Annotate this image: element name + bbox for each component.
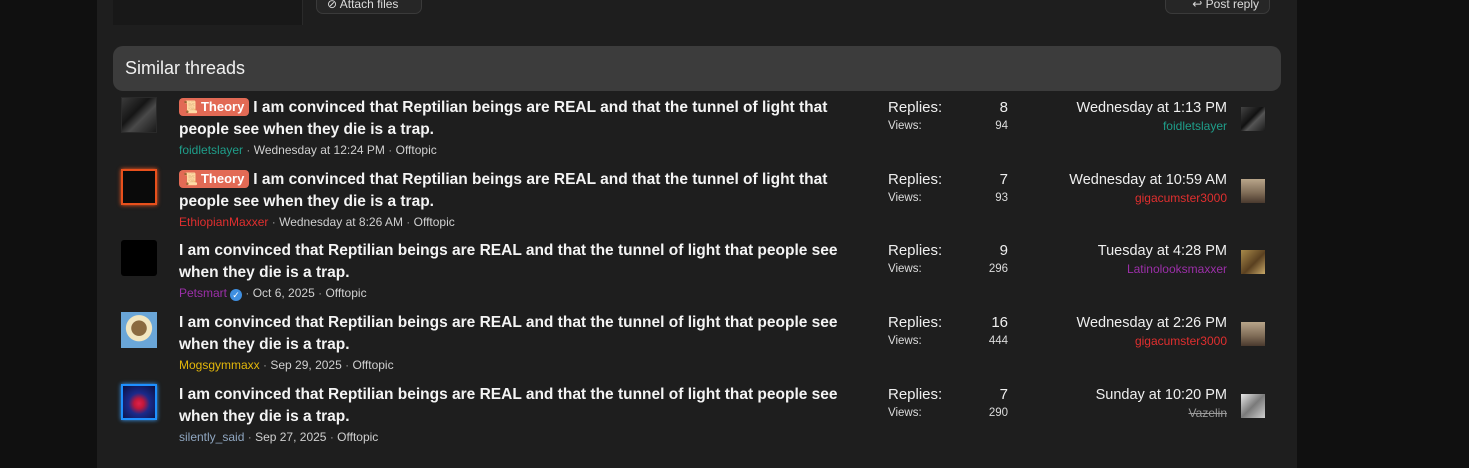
start-date[interactable]: Wednesday at 12:24 PM bbox=[254, 143, 385, 157]
avatar[interactable] bbox=[121, 97, 157, 133]
start-date[interactable]: Wednesday at 8:26 AM bbox=[279, 215, 403, 229]
last-post: Wednesday at 1:13 PM foidletslayer bbox=[1023, 99, 1227, 135]
post-reply-button[interactable]: ↩ Post reply bbox=[1165, 0, 1270, 14]
last-post-date[interactable]: Wednesday at 2:26 PM bbox=[1023, 314, 1227, 332]
start-date[interactable]: Sep 27, 2025 bbox=[255, 430, 326, 444]
views-count: 94 bbox=[995, 120, 1008, 132]
thread-meta: silently_said · Sep 27, 2025 · Offtopic bbox=[179, 430, 379, 444]
author-link[interactable]: Mogsgymmaxx bbox=[179, 358, 260, 372]
thread-row: 📜 Theory I am convinced that Reptilian bei… bbox=[113, 169, 1281, 241]
start-date[interactable]: Oct 6, 2025 bbox=[253, 286, 315, 300]
last-post: Sunday at 10:20 PM Vazelin bbox=[1023, 386, 1227, 422]
replies-count: 7 bbox=[999, 171, 1008, 188]
forum-link[interactable]: Offtopic bbox=[414, 215, 455, 229]
last-post-date[interactable]: Tuesday at 4:28 PM bbox=[1023, 242, 1227, 260]
prefix-badge[interactable]: 📜 Theory bbox=[179, 170, 250, 188]
replies-count: 16 bbox=[991, 314, 1008, 331]
forum-link[interactable]: Offtopic bbox=[325, 286, 366, 300]
attach-files-button[interactable]: ⊘ Attach files bbox=[316, 0, 422, 14]
forum-link[interactable]: Offtopic bbox=[396, 143, 437, 157]
last-post-date[interactable]: Wednesday at 1:13 PM bbox=[1023, 99, 1227, 117]
replies-count: 9 bbox=[999, 242, 1008, 259]
last-poster-avatar[interactable] bbox=[1241, 250, 1265, 274]
paperclip-icon: ⊘ bbox=[327, 0, 338, 11]
last-poster-avatar[interactable] bbox=[1241, 107, 1265, 131]
last-post: Tuesday at 4:28 PM Latinolooksmaxxer bbox=[1023, 242, 1227, 278]
thread-meta: foidletslayer · Wednesday at 12:24 PM · … bbox=[179, 143, 437, 157]
thread-title[interactable]: I am convinced that Reptilian beings are… bbox=[179, 384, 869, 428]
views-count: 296 bbox=[988, 263, 1008, 275]
thread-title[interactable]: I am convinced that Reptilian beings are… bbox=[179, 312, 869, 356]
last-post-date[interactable]: Sunday at 10:20 PM bbox=[1023, 386, 1227, 404]
verified-badge-icon: ✓ bbox=[230, 289, 243, 301]
last-poster-link[interactable]: Latinolooksmaxxer bbox=[1023, 260, 1227, 278]
thread-stats: Replies: 7 Views: 290 bbox=[888, 386, 1008, 422]
replies-label: Replies: bbox=[888, 171, 943, 188]
last-poster-link[interactable]: gigacumster3000 bbox=[1023, 332, 1227, 350]
thread-row: 📜 Theory I am convinced that Reptilian bei… bbox=[113, 97, 1281, 169]
start-date[interactable]: Sep 29, 2025 bbox=[270, 358, 341, 372]
forum-link[interactable]: Offtopic bbox=[337, 430, 378, 444]
last-poster-avatar[interactable] bbox=[1241, 179, 1265, 203]
views-label: Views: bbox=[888, 263, 922, 275]
author-link[interactable]: Petsmart bbox=[179, 286, 227, 300]
thread-meta: Mogsgymmaxx · Sep 29, 2025 · Offtopic bbox=[179, 358, 394, 372]
views-label: Views: bbox=[888, 407, 922, 419]
last-poster-link[interactable]: gigacumster3000 bbox=[1023, 189, 1227, 207]
views-label: Views: bbox=[888, 192, 922, 204]
views-label: Views: bbox=[888, 120, 922, 132]
thread-row: I am convinced that Reptilian beings are… bbox=[113, 312, 1281, 384]
thread-stats: Replies: 7 Views: 93 bbox=[888, 171, 1008, 207]
replies-label: Replies: bbox=[888, 314, 943, 331]
last-post: Wednesday at 10:59 AM gigacumster3000 bbox=[1023, 171, 1227, 207]
thread-stats: Replies: 9 Views: 296 bbox=[888, 242, 1008, 278]
views-count: 290 bbox=[988, 407, 1008, 419]
thread-title[interactable]: I am convinced that Reptilian beings are… bbox=[179, 240, 869, 284]
replies-count: 7 bbox=[999, 386, 1008, 403]
author-link[interactable]: silently_said bbox=[179, 430, 244, 444]
replies-label: Replies: bbox=[888, 242, 943, 259]
scroll-icon: 📜 bbox=[183, 172, 198, 186]
author-link[interactable]: foidletslayer bbox=[179, 143, 243, 157]
replies-label: Replies: bbox=[888, 99, 943, 116]
prefix-badge[interactable]: 📜 Theory bbox=[179, 98, 250, 116]
similar-threads-header: Similar threads bbox=[113, 46, 1281, 91]
avatar[interactable] bbox=[121, 240, 157, 276]
thread-row: I am convinced that Reptilian beings are… bbox=[113, 384, 1281, 456]
thread-stats: Replies: 16 Views: 444 bbox=[888, 314, 1008, 350]
replies-count: 8 bbox=[999, 99, 1008, 116]
avatar[interactable] bbox=[121, 312, 157, 348]
sidebar-stub bbox=[113, 0, 303, 25]
last-post-date[interactable]: Wednesday at 10:59 AM bbox=[1023, 171, 1227, 189]
last-poster-link[interactable]: foidletslayer bbox=[1023, 117, 1227, 135]
reply-icon: ↩ bbox=[1192, 0, 1203, 11]
author-link[interactable]: EthiopianMaxxer bbox=[179, 215, 268, 229]
last-post: Wednesday at 2:26 PM gigacumster3000 bbox=[1023, 314, 1227, 350]
scroll-icon: 📜 bbox=[183, 100, 198, 114]
last-poster-avatar[interactable] bbox=[1241, 394, 1265, 418]
thread-stats: Replies: 8 Views: 94 bbox=[888, 99, 1008, 135]
thread-row: I am convinced that Reptilian beings are… bbox=[113, 240, 1281, 312]
thread-meta: EthiopianMaxxer · Wednesday at 8:26 AM ·… bbox=[179, 215, 455, 229]
last-poster-avatar[interactable] bbox=[1241, 322, 1265, 346]
thread-meta: Petsmart ✓ · Oct 6, 2025 · Offtopic bbox=[179, 286, 367, 301]
section-title: Similar threads bbox=[125, 58, 246, 78]
replies-label: Replies: bbox=[888, 386, 943, 403]
views-count: 93 bbox=[995, 192, 1008, 204]
avatar[interactable] bbox=[121, 169, 157, 205]
views-count: 444 bbox=[988, 335, 1008, 347]
avatar[interactable] bbox=[121, 384, 157, 420]
views-label: Views: bbox=[888, 335, 922, 347]
thread-title[interactable]: 📜 Theory I am convinced that Reptilian bei… bbox=[179, 169, 869, 213]
thread-title[interactable]: 📜 Theory I am convinced that Reptilian bei… bbox=[179, 97, 869, 141]
forum-link[interactable]: Offtopic bbox=[352, 358, 393, 372]
last-poster-link[interactable]: Vazelin bbox=[1023, 404, 1227, 422]
